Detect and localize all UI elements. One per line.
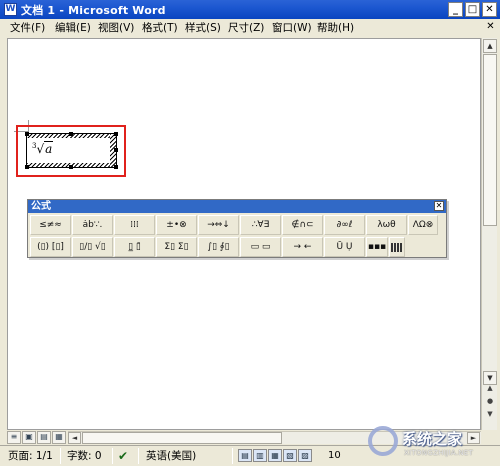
radicand: a — [44, 141, 54, 156]
mode-icon[interactable]: ▤ — [238, 449, 252, 462]
page-count: 页面: 1/1 — [8, 450, 53, 462]
word-doc-icon: W — [4, 3, 17, 16]
equation-toolbar: 公式 ✕ ≤≠≈ ȧb∵. ⁞⁞⁞ ±•⊗ →⇔↓ ∴∀∃ ∉∩⊂ ∂∞ℓ λω… — [27, 199, 447, 258]
web-layout-view-icon[interactable]: ▣ — [22, 431, 36, 444]
menu-size[interactable]: 尺寸(Z) — [228, 20, 264, 35]
horizontal-scroll-thumb[interactable] — [82, 432, 282, 444]
spaces-ellipses-button[interactable]: ȧb∵. — [72, 215, 113, 235]
menu-view[interactable]: 视图(V) — [98, 20, 134, 35]
status-separator — [138, 448, 139, 464]
radical-sign: √ — [36, 142, 45, 156]
toolbar-row-symbols: ≤≠≈ ȧb∵. ⁞⁞⁞ ±•⊗ →⇔↓ ∴∀∃ ∉∩⊂ ∂∞ℓ λωθ ΛΩ⊗ — [30, 215, 439, 236]
language-indicator[interactable]: 英语(美国) — [146, 448, 196, 465]
mode-icon[interactable]: ▥ — [253, 449, 267, 462]
toolbar-close-icon[interactable]: ✕ — [434, 201, 444, 211]
maximize-button[interactable]: □ — [465, 2, 480, 17]
root-index: 3 — [32, 142, 37, 150]
embellishments-button[interactable]: ⁞⁞⁞ — [114, 215, 155, 235]
view-buttons: ≡ ▣ ▤ ▦ — [7, 431, 67, 444]
integral-templates-button[interactable]: ∫▯ ∮▯ — [198, 237, 239, 257]
arrow-symbols-button[interactable]: →⇔↓ — [198, 215, 239, 235]
logical-symbols-button[interactable]: ∴∀∃ — [240, 215, 281, 235]
greek-uppercase-button[interactable]: ΛΩ⊗ — [408, 215, 438, 235]
toolbar-row-templates: (▯) [▯] ▯/▯ √▯ ▯̲ ▯̄ Σ▯ Σ▯ ∫▯ ∮▯ ▭ ▭ → ←… — [30, 237, 406, 258]
document-close-icon[interactable]: ✕ — [485, 21, 496, 32]
next-page-icon[interactable]: ▼ — [485, 409, 495, 419]
resize-handle[interactable] — [114, 148, 118, 152]
normal-view-icon[interactable]: ≡ — [7, 431, 21, 444]
mode-indicators: ▤ ▥ ▦ ▧ ▨ — [238, 449, 313, 462]
labeled-arrow-templates-button[interactable]: → ← — [282, 237, 323, 257]
fence-templates-button[interactable]: (▯) [▯] — [30, 237, 71, 257]
outline-view-icon[interactable]: ▦ — [52, 431, 66, 444]
close-button[interactable]: ✕ — [482, 2, 497, 17]
watermark-logo-icon — [368, 426, 398, 456]
menu-format[interactable]: 格式(T) — [142, 20, 178, 35]
zoom-fragment: 10 — [328, 450, 341, 461]
mode-icon[interactable]: ▨ — [298, 449, 312, 462]
misc-symbols-button[interactable]: ∂∞ℓ — [324, 215, 365, 235]
scroll-left-arrow[interactable]: ◄ — [68, 432, 81, 444]
fraction-radical-templates-button[interactable]: ▯/▯ √▯ — [72, 237, 113, 257]
equation-toolbar-title[interactable]: 公式 — [28, 200, 446, 213]
scroll-down-arrow[interactable]: ▼ — [483, 371, 497, 385]
vertical-scrollbar[interactable]: ▲ ▲ ● ▼ ▼ — [481, 38, 497, 430]
set-theory-symbols-button[interactable]: ∉∩⊂ — [282, 215, 323, 235]
relational-symbols-button[interactable]: ≤≠≈ — [30, 215, 71, 235]
matrix-templates-button[interactable]: ▪▪▪ — [366, 237, 388, 257]
menu-edit[interactable]: 编辑(E) — [55, 20, 91, 35]
resize-handle[interactable] — [69, 165, 73, 169]
matrix-grid-button[interactable] — [389, 237, 405, 257]
subscript-superscript-templates-button[interactable]: ▯̲ ▯̄ — [114, 237, 155, 257]
watermark-url: XITONGZHIJIA.NET — [404, 449, 474, 457]
product-set-templates-button[interactable]: Ū Ụ — [324, 237, 365, 257]
greek-lowercase-button[interactable]: λωθ — [366, 215, 407, 235]
status-separator — [232, 448, 233, 464]
resize-handle[interactable] — [114, 132, 118, 136]
site-watermark: 系统之家 XITONGZHIJIA.NET — [368, 422, 500, 464]
window-title: 文档 1 - Microsoft Word — [21, 4, 166, 17]
resize-handle[interactable] — [114, 165, 118, 169]
print-layout-view-icon[interactable]: ▤ — [37, 431, 51, 444]
resize-handle[interactable] — [69, 132, 73, 136]
minimize-button[interactable]: _ — [448, 2, 463, 17]
scroll-up-arrow[interactable]: ▲ — [483, 39, 497, 53]
mode-icon[interactable]: ▧ — [283, 449, 297, 462]
status-separator — [60, 448, 61, 464]
word-count[interactable]: 字数: 0 — [67, 448, 102, 465]
grid-icon — [391, 243, 403, 252]
mode-icon[interactable]: ▦ — [268, 449, 282, 462]
summation-templates-button[interactable]: Σ▯ Σ▯ — [156, 237, 197, 257]
resize-handle[interactable] — [25, 132, 29, 136]
resize-handle[interactable] — [25, 165, 29, 169]
menu-window[interactable]: 窗口(W) — [272, 20, 312, 35]
menu-bar: 文件(F) 编辑(E) 视图(V) 格式(T) 样式(S) 尺寸(Z) 窗口(W… — [0, 19, 500, 35]
menu-help[interactable]: 帮助(H) — [317, 20, 354, 35]
title-bar: W 文档 1 - Microsoft Word _ □ ✕ — [0, 0, 500, 19]
underbar-overbar-templates-button[interactable]: ▭ ▭ — [240, 237, 281, 257]
watermark-text: 系统之家 — [402, 430, 463, 448]
menu-file[interactable]: 文件(F) — [10, 20, 45, 35]
operator-symbols-button[interactable]: ±•⊗ — [156, 215, 197, 235]
select-browse-object-icon[interactable]: ● — [485, 396, 495, 406]
menu-style[interactable]: 样式(S) — [185, 20, 221, 35]
status-separator — [112, 448, 113, 464]
equation-cube-root: 3√a — [32, 141, 54, 156]
vertical-scroll-thumb[interactable] — [483, 54, 497, 226]
spelling-check-icon[interactable]: ✔ — [118, 449, 128, 463]
